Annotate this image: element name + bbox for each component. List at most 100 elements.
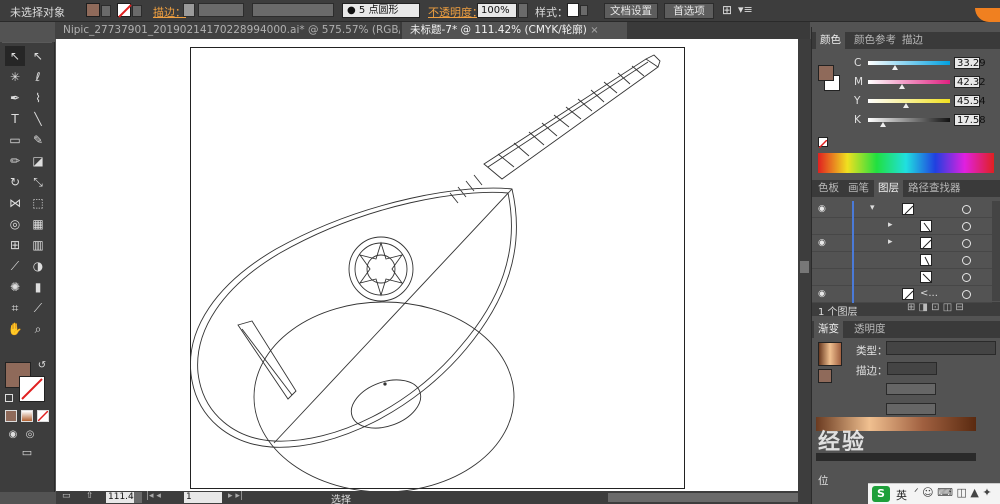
tab-brushes[interactable]: 画笔 (844, 180, 873, 197)
target-circle-icon[interactable] (962, 256, 971, 265)
line-tool-icon[interactable]: ╲ (28, 109, 48, 129)
slider-thumb-c[interactable] (892, 65, 899, 70)
slider-value-y[interactable]: 45.54 (954, 95, 986, 107)
tab-swatches[interactable]: 色板 (814, 180, 843, 197)
artboard-tool-icon[interactable]: ⌗ (5, 298, 25, 318)
curvature-tool-icon[interactable]: ⌇ (28, 88, 48, 108)
ime-tool-icons[interactable]: ᐟ ☺ ⌨ ◫ ▲ ✦ (914, 486, 992, 499)
zoom-input[interactable]: 111.42 (106, 492, 140, 503)
slider-value-k[interactable]: 17.58 (954, 114, 986, 126)
target-circle-icon[interactable] (962, 273, 971, 282)
close-icon[interactable]: × (590, 25, 598, 36)
document-setup-button[interactable]: 文档设置 (604, 3, 658, 19)
variable-width-profile[interactable] (252, 3, 334, 17)
target-circle-icon[interactable] (962, 205, 971, 214)
fill-swatch[interactable] (86, 3, 100, 17)
stroke-label[interactable]: 描边： (153, 4, 186, 20)
zoom-tool-icon[interactable]: ⌕ (28, 319, 48, 339)
screen-mode-icon[interactable]: ▭ (17, 446, 37, 460)
brush-definition-dropdown[interactable]: ● 5 点圆形 (342, 3, 420, 18)
type-tool-icon[interactable]: T (5, 109, 25, 129)
stroke-weight-stepper[interactable] (183, 3, 195, 17)
mesh-tool-icon[interactable]: ⊞ (5, 235, 25, 255)
canvas[interactable] (56, 39, 798, 491)
hand-tool-icon[interactable]: ✋ (5, 319, 25, 339)
eraser-tool-icon[interactable]: ◪ (28, 151, 48, 171)
slice-tool-icon[interactable]: ⟋ (28, 298, 48, 318)
tab-gradient[interactable]: 渐变 (814, 321, 843, 338)
perspective-grid-tool-icon[interactable]: ▦ (28, 214, 48, 234)
scale-tool-icon[interactable]: ⤡ (28, 172, 48, 192)
gradient-stroke-options[interactable] (887, 362, 937, 375)
stroke-weight-field[interactable] (198, 3, 244, 17)
slider-value-m[interactable]: 42.32 (954, 76, 986, 88)
symbol-sprayer-tool-icon[interactable]: ✺ (5, 277, 25, 297)
direct-selection-tool-icon[interactable]: ↖ (28, 46, 48, 66)
blend-tool-icon[interactable]: ◑ (28, 256, 48, 276)
gradient-tool-icon[interactable]: ▥ (28, 235, 48, 255)
stroke-swatch[interactable] (117, 3, 132, 18)
layer-row[interactable]: ◉ ▾ (812, 201, 992, 218)
color-spectrum[interactable] (818, 153, 994, 173)
gradient-type-dropdown[interactable] (886, 341, 996, 355)
eyedropper-tool-icon[interactable]: ⟋ (5, 256, 25, 276)
layers-scrollbar[interactable] (992, 201, 1000, 301)
layer-row[interactable] (812, 269, 992, 286)
first-page-icon[interactable]: |◂ ◂ (146, 491, 161, 501)
tab-stroke[interactable]: 描边 (898, 32, 927, 49)
slider-track-y[interactable] (868, 99, 950, 103)
horizontal-scrollbar[interactable] (608, 493, 798, 502)
pencil-tool-icon[interactable]: ✏ (5, 151, 25, 171)
width-tool-icon[interactable]: ⋈ (5, 193, 25, 213)
none-color-icon[interactable] (818, 137, 828, 149)
visibility-eye-icon[interactable]: ◉ (818, 204, 830, 214)
scroll-thumb[interactable] (800, 261, 809, 273)
target-circle-icon[interactable] (962, 222, 971, 231)
arrange-documents-icon[interactable]: ⊞ (722, 3, 732, 17)
gradient-fill-swatch[interactable] (818, 369, 832, 383)
tab-color[interactable]: 颜色 (816, 32, 845, 49)
expand-triangle-icon[interactable]: ▸ (888, 220, 893, 230)
pen-tool-icon[interactable]: ✒ (5, 88, 25, 108)
next-page-icon[interactable]: ▸ ▸| (228, 491, 243, 501)
stroke-color-box[interactable] (19, 376, 45, 402)
column-graph-tool-icon[interactable]: ▮ (28, 277, 48, 297)
graphic-style-swatch[interactable] (567, 3, 579, 17)
lute-artwork[interactable] (56, 39, 798, 491)
tab-color-guide[interactable]: 颜色参考 (850, 32, 900, 49)
vertical-scrollbar[interactable] (798, 39, 811, 491)
panel-toggle-icon[interactable]: ▭ (62, 491, 71, 501)
paintbrush-tool-icon[interactable]: ✎ (28, 130, 48, 150)
slider-thumb-y[interactable] (902, 103, 909, 108)
selection-tool-icon[interactable]: ↖ (5, 46, 25, 66)
page-input[interactable]: 1 (184, 492, 222, 503)
layer-row[interactable]: ◉ <... (812, 286, 992, 303)
slider-track-c[interactable] (868, 61, 950, 65)
lasso-tool-icon[interactable]: ℓ (28, 67, 48, 87)
default-colors-icon[interactable] (5, 394, 13, 402)
draw-normal-icon[interactable]: ◉ (5, 428, 21, 442)
fill-dropdown[interactable] (101, 5, 111, 17)
layer-row[interactable]: ▸ (812, 218, 992, 235)
layer-row[interactable]: ◉ ▸ (812, 235, 992, 252)
color-mode-icon[interactable] (5, 410, 17, 422)
tab-pathfinder[interactable]: 路径查找器 (904, 180, 965, 197)
gradient-mode-icon[interactable] (21, 410, 33, 422)
gradient-preview[interactable] (818, 342, 842, 366)
rotate-tool-icon[interactable]: ↻ (5, 172, 25, 192)
gradient-angle-field[interactable] (886, 383, 936, 395)
magic-wand-tool-icon[interactable]: ✳ (5, 67, 25, 87)
visibility-eye-icon[interactable]: ◉ (818, 289, 830, 299)
target-circle-icon[interactable] (962, 290, 971, 299)
opacity-input[interactable]: 100% (477, 3, 517, 18)
opacity-label[interactable]: 不透明度： (428, 4, 483, 20)
slider-thumb-m[interactable] (899, 84, 906, 89)
free-transform-tool-icon[interactable]: ⬚ (28, 193, 48, 213)
shape-builder-tool-icon[interactable]: ◎ (5, 214, 25, 234)
expand-triangle-icon[interactable]: ▾ (870, 203, 875, 213)
tab-layers[interactable]: 图层 (874, 180, 903, 197)
layer-action-icons[interactable]: ⊞ ◨ ⊡ ◫ ⊟ (907, 302, 964, 313)
slider-thumb-k[interactable] (879, 122, 886, 127)
tab-transparency[interactable]: 透明度 (850, 321, 890, 338)
gradient-aspect-field[interactable] (886, 403, 936, 415)
